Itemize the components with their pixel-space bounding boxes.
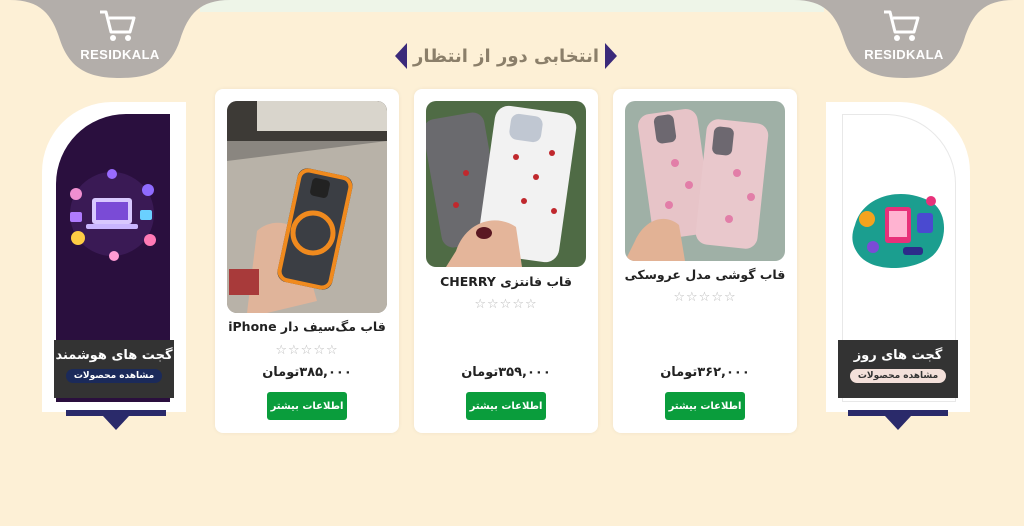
product-image[interactable] [426, 101, 586, 267]
side-banner-title: گجت های روز [853, 348, 943, 363]
product-name[interactable]: قاب فانتزی CHERRY [414, 274, 598, 289]
side-banner-caption: گجت های هوشمند مشاهده محصولات [54, 340, 174, 398]
more-info-button[interactable]: اطلاعات بیشتر [665, 392, 745, 420]
section-heading: انتخابی دور از انتظار [394, 40, 618, 72]
cart-icon [100, 10, 136, 41]
rating-stars-icon: ☆☆☆☆☆ [474, 297, 538, 312]
brand-logo-left[interactable]: RESIDKALA [10, 0, 230, 78]
side-banner-caption: گجت های روز مشاهده محصولات [838, 340, 958, 398]
section-title: انتخابی دور از انتظار [412, 45, 600, 67]
rating-stars-icon: ☆☆☆☆☆ [673, 290, 737, 305]
more-info-button[interactable]: اطلاعات بیشتر [267, 392, 347, 420]
more-info-button[interactable]: اطلاعات بیشتر [466, 392, 546, 420]
cart-icon [884, 10, 920, 41]
product-image[interactable] [625, 101, 785, 261]
heading-arrow-left-icon [394, 43, 407, 69]
product-price: ۳۵۹,۰۰۰تومان [461, 365, 551, 380]
product-image[interactable] [227, 101, 387, 313]
product-price: ۳۶۲,۰۰۰تومان [660, 365, 750, 380]
product-name[interactable]: قاب مگ‌سیف دار iPhone [215, 319, 399, 334]
side-banner-pointer-icon [103, 416, 129, 430]
view-products-link[interactable]: مشاهده محصولات [65, 369, 163, 383]
brand-name: RESIDKALA [864, 47, 944, 62]
rating-stars-icon: ☆☆☆☆☆ [275, 343, 339, 358]
product-price: ۳۸۵,۰۰۰تومان [262, 365, 352, 380]
side-banner-pointer-icon [885, 416, 911, 430]
side-banner-smart-gadgets[interactable]: گجت های هوشمند مشاهده محصولات [42, 102, 186, 412]
product-card[interactable]: قاب مگ‌سیف دار iPhone ☆☆☆☆☆ ۳۸۵,۰۰۰تومان… [215, 89, 399, 433]
side-banner-title: گجت های هوشمند [55, 348, 173, 363]
view-products-link[interactable]: مشاهده محصولات [849, 369, 947, 383]
product-card[interactable]: قاب فانتزی CHERRY ☆☆☆☆☆ ۳۵۹,۰۰۰تومان اطل… [414, 89, 598, 433]
brand-logo-right[interactable]: RESIDKALA [794, 0, 1014, 78]
heading-arrow-right-icon [605, 43, 618, 69]
product-name[interactable]: قاب گوشی مدل عروسکی [613, 267, 797, 282]
top-strip [200, 0, 824, 12]
magsafe-case-photo [227, 101, 387, 313]
bow-case-photo [625, 101, 785, 261]
side-banner-daily-gadgets[interactable]: گجت های روز مشاهده محصولات [826, 102, 970, 412]
brand-name: RESIDKALA [80, 47, 160, 62]
product-card[interactable]: قاب گوشی مدل عروسکی ☆☆☆☆☆ ۳۶۲,۰۰۰تومان ا… [613, 89, 797, 433]
cherry-case-photo [426, 101, 586, 267]
